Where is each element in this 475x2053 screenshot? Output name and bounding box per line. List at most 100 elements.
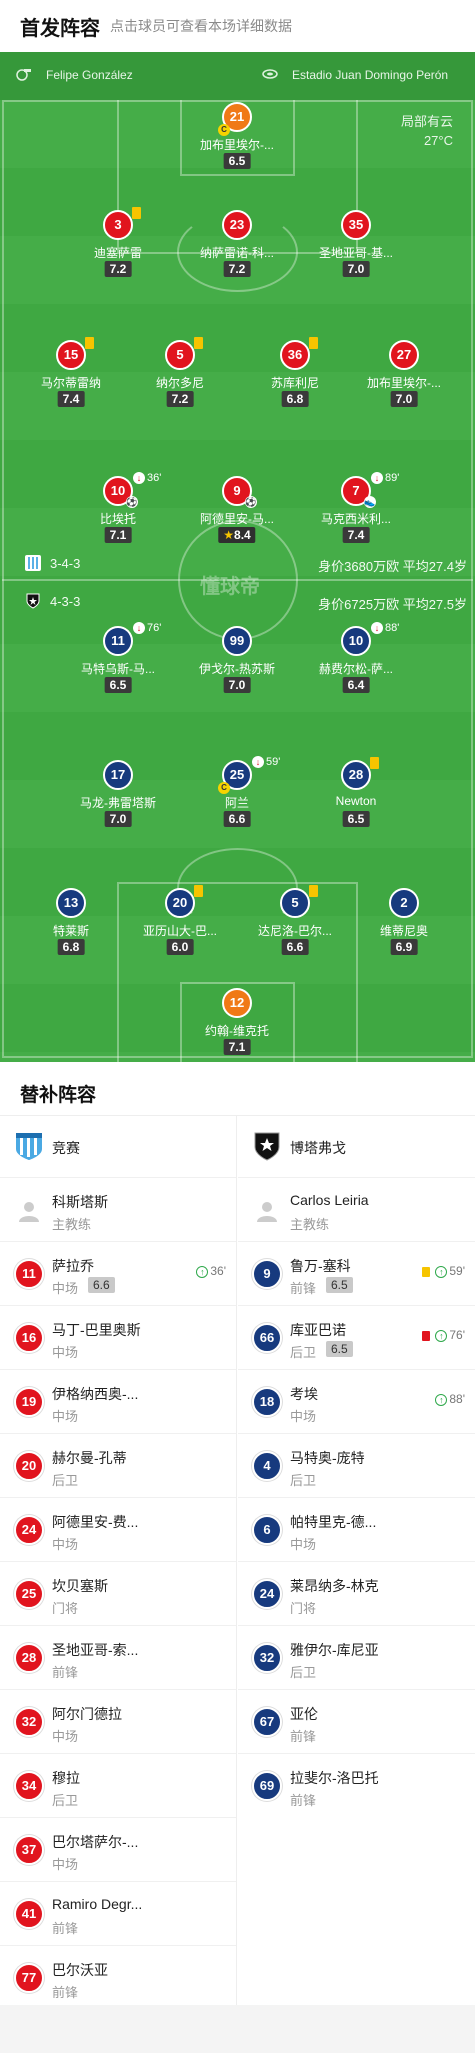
sub-number: 34 [14, 1771, 44, 1801]
sub-name: 帕特里克-德... [290, 1514, 377, 1530]
sub-on-event: ↑ 59' [422, 1264, 465, 1278]
sub-name: 库亚巴诺 [290, 1322, 346, 1338]
sub-player-row[interactable]: 11 萨拉乔 中场 6.6 ↑ 36' [0, 1242, 236, 1306]
sub-on-event: ↑ 36' [196, 1264, 226, 1278]
event-minute: 88' [385, 622, 400, 634]
home-player[interactable]: 27 加布里埃尔-... 7.0 [349, 340, 459, 410]
home-player[interactable]: 7 ↓ 89' 👟 马克西米利... 7.4 [301, 472, 411, 546]
player-number: 5 [280, 888, 310, 918]
home-value: 身价3680万欧 平均27.4岁 [318, 559, 467, 574]
player-rating: 8.4 [234, 528, 251, 542]
sub-player-row[interactable]: 41 Ramiro Degr... 前锋 [0, 1882, 236, 1946]
player-name: 伊戈尔-热苏斯 [199, 662, 275, 676]
player-number: 27 [389, 340, 419, 370]
sub-name: 圣地亚哥-索... [52, 1642, 139, 1658]
sub-player-row[interactable]: 66 库亚巴诺 后卫 6.5 ↑ 76' [238, 1306, 475, 1370]
player-name: 纳尔多尼 [155, 376, 204, 390]
sub-position: 前锋 [52, 1921, 79, 1936]
away-value: 身价6725万欧 平均27.5岁 [318, 597, 467, 612]
away-player[interactable]: 10 ↓ 88' 赫费尔松-萨... 6.4 [301, 622, 411, 696]
event-minute: 76' [147, 622, 162, 634]
away-player[interactable]: 17 马龙-弗雷塔斯 7.0 [63, 760, 173, 830]
home-player[interactable]: 23 纳萨雷诺-科... 7.2 [182, 210, 292, 280]
away-player-gk[interactable]: 12 约翰-维克托 7.1 [182, 988, 292, 1058]
player-rating: 6.8 [281, 391, 309, 407]
away-player[interactable]: 20 亚历山大-巴... 6.0 [125, 885, 235, 958]
home-player[interactable]: 36 苏库利尼 6.8 [240, 337, 350, 410]
player-name: 马特乌斯-马... [81, 662, 155, 676]
sub-player-row[interactable]: 32 雅伊尔-库尼亚 后卫 [238, 1626, 475, 1690]
player-number: 35 [341, 210, 371, 240]
away-team-logo-icon [26, 593, 40, 609]
sub-name: Ramiro Degr... [52, 1896, 143, 1912]
home-player[interactable]: 10 ↓ 36' ⚽ 比埃托 7.1 [63, 472, 173, 546]
home-player[interactable]: 15 马尔蒂雷纳 7.4 [16, 337, 126, 410]
sub-player-row[interactable]: 9 鲁万-塞科 前锋 6.5 ↑ 59' [238, 1242, 475, 1306]
sub-name: 巴尔塔萨尔-... [52, 1834, 139, 1850]
away-player[interactable]: 5 达尼洛-巴尔... 6.6 [240, 885, 350, 958]
player-rating: 7.1 [223, 1039, 251, 1055]
sub-position: 后卫 [290, 1345, 317, 1360]
away-player[interactable]: 28 Newton 6.5 [301, 757, 411, 830]
sub-player-row[interactable]: 24 阿德里安-费... 中场 [0, 1498, 236, 1562]
home-player[interactable]: 3 迪塞萨雷 7.2 [63, 207, 173, 280]
captain-icon: C [218, 124, 230, 136]
away-coach[interactable]: Carlos Leiria 主教练 [238, 1178, 475, 1242]
sub-position: 前锋 [52, 1665, 79, 1680]
sub-number: 32 [14, 1707, 44, 1737]
sub-position: 门将 [52, 1601, 79, 1616]
sub-number: 4 [252, 1451, 282, 1481]
away-player[interactable]: 13 特莱斯 6.8 [16, 888, 126, 958]
sub-player-row[interactable]: 16 马丁-巴里奥斯 中场 [0, 1306, 236, 1370]
sub-position: 门将 [290, 1601, 317, 1616]
sub-player-row[interactable]: 25 坎贝塞斯 门将 [0, 1562, 236, 1626]
sub-player-row[interactable]: 32 阿尔门德拉 中场 [0, 1690, 236, 1754]
sub-name: 马特奥-庞特 [290, 1450, 365, 1466]
sub-player-row[interactable]: 20 赫尔曼-孔蒂 后卫 [0, 1434, 236, 1498]
player-number: 17 [103, 760, 133, 790]
home-team-header: 竞赛 [0, 1116, 236, 1178]
sub-player-row[interactable]: 69 拉斐尔-洛巴托 前锋 [238, 1754, 475, 1818]
pitch: Felipe González Estadio Juan Domingo Per… [0, 52, 475, 1062]
sub-number: 37 [14, 1835, 44, 1865]
home-player-gk[interactable]: 21 C 加布里埃尔-... 6.5 [182, 102, 292, 172]
sub-player-row[interactable]: 34 穆拉 后卫 [0, 1754, 236, 1818]
sub-name: 赫尔曼-孔蒂 [52, 1450, 127, 1466]
sub-player-row[interactable]: 24 莱昂纳多-林克 门将 [238, 1562, 475, 1626]
sub-player-row[interactable]: 19 伊格纳西奥-... 中场 [0, 1370, 236, 1434]
away-player[interactable]: 99 伊戈尔-热苏斯 7.0 [182, 626, 292, 696]
sub-off-event: ↓ 76' [133, 622, 162, 635]
sub-number: 11 [14, 1259, 44, 1289]
sub-player-row[interactable]: 77 巴尔沃亚 前锋 [0, 1946, 236, 2010]
player-number: 3 [103, 210, 133, 240]
away-team-header: 博塔弗戈 [238, 1116, 475, 1178]
goal-ball-icon: ⚽ [126, 496, 138, 508]
sub-position: 后卫 [52, 1473, 79, 1488]
sub-name: 穆拉 [52, 1770, 80, 1786]
sub-number: 6 [252, 1515, 282, 1545]
sub-player-row[interactable]: 4 马特奥-庞特 后卫 [238, 1434, 475, 1498]
sub-name: 阿德里安-费... [52, 1514, 139, 1530]
stadium-name: Estadio Juan Domingo Perón [292, 68, 449, 82]
coach-role: 主教练 [52, 1217, 92, 1232]
player-number: 23 [222, 210, 252, 240]
player-name: 迪塞萨雷 [93, 246, 142, 260]
sub-player-row[interactable]: 67 亚伦 前锋 [238, 1690, 475, 1754]
event-minute: 88' [449, 1392, 465, 1406]
sub-player-row[interactable]: 6 帕特里克-德... 中场 [238, 1498, 475, 1562]
sub-off-icon: ↓ [133, 622, 145, 635]
sub-name: 伊格纳西奥-... [52, 1386, 139, 1402]
away-player[interactable]: 11 ↓ 76' 马特乌斯-马... 6.5 [63, 622, 173, 696]
sub-player-row[interactable]: 18 考埃 中场 ↑ 88' [238, 1370, 475, 1434]
sub-position: 中场 [52, 1537, 79, 1552]
home-player[interactable]: 5 纳尔多尼 7.2 [125, 337, 235, 410]
home-player-motm[interactable]: 9 ⚽ 阿德里安-马... ★8.4 [182, 476, 292, 546]
sub-rating: 6.5 [326, 1341, 353, 1357]
away-player[interactable]: 25 C ↓ 59' 阿兰 6.6 [182, 756, 292, 830]
away-player[interactable]: 2 维蒂尼奥 6.9 [349, 888, 459, 958]
home-player[interactable]: 35 圣地亚哥-基... 7.0 [301, 210, 411, 280]
home-coach[interactable]: 科斯塔斯 主教练 [0, 1178, 236, 1242]
sub-player-row[interactable]: 37 巴尔塔萨尔-... 中场 [0, 1818, 236, 1882]
sub-number: 67 [252, 1707, 282, 1737]
sub-player-row[interactable]: 28 圣地亚哥-索... 前锋 [0, 1626, 236, 1690]
